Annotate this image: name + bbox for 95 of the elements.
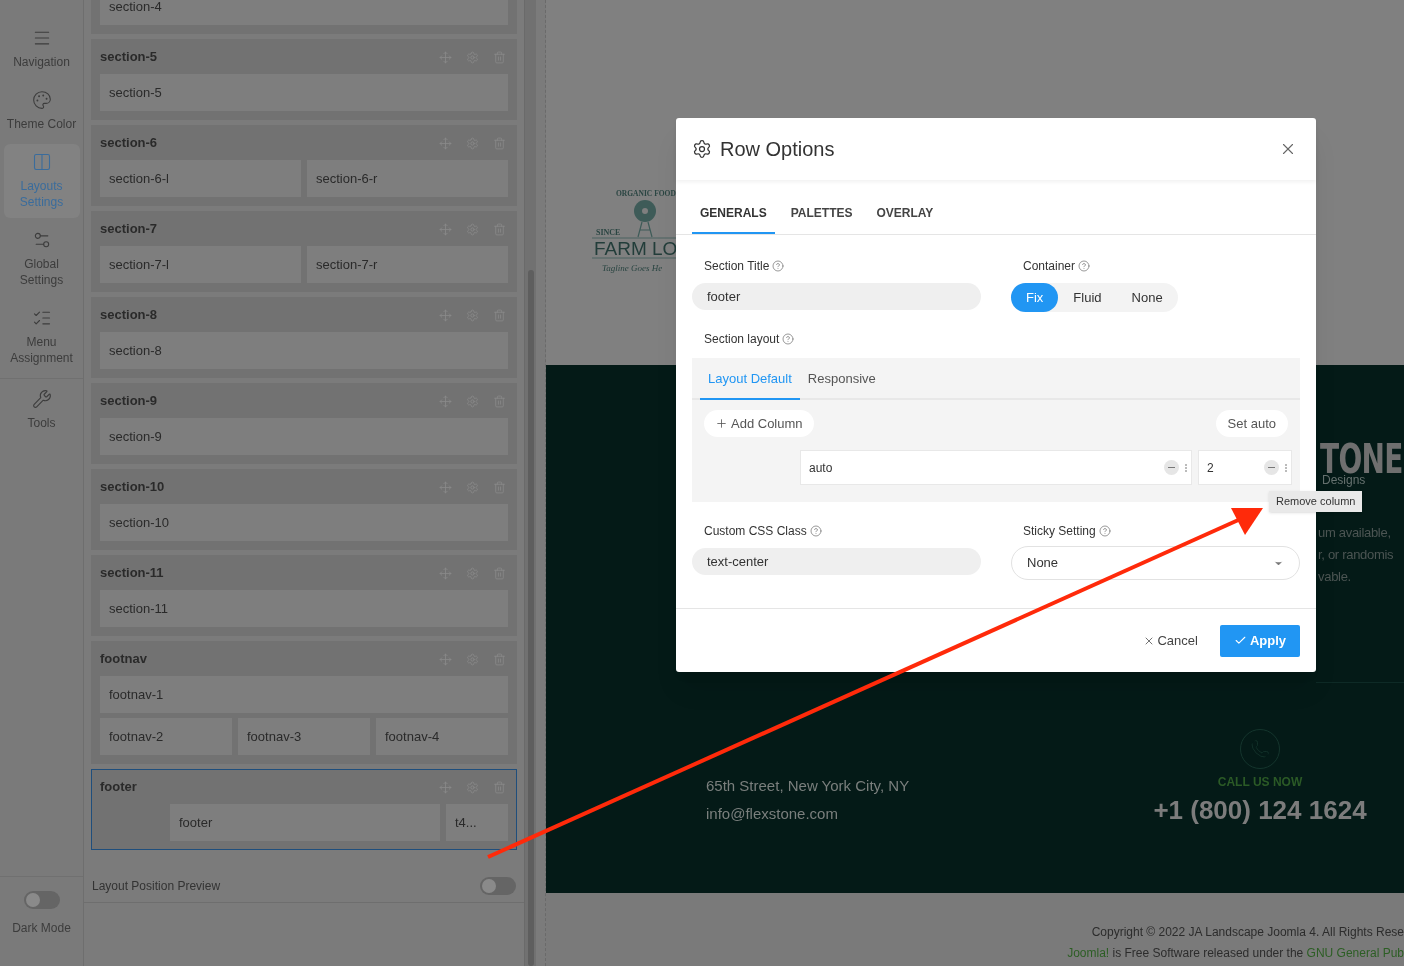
- field-label: Custom CSS Class: [704, 523, 807, 540]
- check-icon: [1233, 634, 1247, 647]
- field-label: Container: [1023, 258, 1076, 275]
- column-block[interactable]: section-10: [100, 504, 508, 541]
- column-block[interactable]: section-4: [100, 0, 508, 25]
- section-card[interactable]: section-4: [91, 0, 517, 34]
- dialog-title: Row Options: [720, 137, 836, 162]
- drag-handle-icon[interactable]: [1285, 463, 1287, 472]
- preview-toggle[interactable]: [480, 876, 516, 895]
- layout-tab[interactable]: Responsive: [799, 360, 884, 400]
- section-title: section-10: [100, 478, 166, 497]
- section-title: section-9: [100, 392, 159, 411]
- cancel-button[interactable]: Cancel: [1135, 624, 1206, 657]
- columns-icon: [31, 152, 52, 172]
- field-label: Section Title: [704, 258, 770, 275]
- column-block[interactable]: section-6-r: [307, 160, 508, 197]
- nav-item[interactable]: Navigation: [3, 20, 80, 78]
- copyright-text: Copyright © 2022 JA Landscape Joomla 4. All Rights Rese: [1091, 924, 1404, 941]
- help-icon: [782, 333, 795, 345]
- minus-icon: [1268, 467, 1275, 468]
- section-card[interactable]: section-5 section-5: [91, 39, 517, 120]
- brand-tagline: Designs: [1322, 473, 1366, 487]
- section-title-field[interactable]: footer: [692, 283, 981, 310]
- splitter[interactable]: [536, 0, 546, 966]
- tooltip: Remove column: [1269, 491, 1363, 512]
- license-text: Joomla! is Free Software released under the GNU General Pub: [1067, 945, 1404, 962]
- section-title: section-8: [100, 306, 159, 325]
- nav-item[interactable]: Menu Assignment: [3, 300, 80, 374]
- dark-mode-label: Dark Mode: [12, 920, 71, 937]
- column-block[interactable]: footnav-1: [100, 676, 508, 713]
- settings-icon: [692, 139, 712, 159]
- help-icon: [1078, 260, 1091, 272]
- field-label: Section layout: [704, 331, 780, 348]
- nav-item[interactable]: Global Settings: [3, 222, 80, 296]
- field-label: Sticky Setting: [1023, 523, 1096, 540]
- column-block[interactable]: section-7-r: [307, 246, 508, 283]
- column-block[interactable]: footer: [170, 804, 440, 841]
- palette-icon: [31, 90, 52, 110]
- column-block[interactable]: t4...: [446, 804, 508, 841]
- minus-icon: [1168, 467, 1175, 468]
- nav-item[interactable]: Theme Color: [3, 82, 80, 140]
- help-icon: [809, 525, 822, 537]
- nav-item[interactable]: Tools: [3, 381, 80, 439]
- column-block[interactable]: footnav-2: [100, 718, 232, 755]
- container-option[interactable]: Fluid: [1058, 283, 1117, 312]
- plus-icon: [715, 417, 728, 430]
- scrollbar-thumb[interactable]: [527, 270, 534, 966]
- container-option[interactable]: Fix: [1011, 283, 1059, 312]
- column-block[interactable]: section-7-l: [100, 246, 301, 283]
- section-card[interactable]: section-11 section-11: [91, 555, 517, 636]
- dialog-tab[interactable]: PALETTES: [782, 194, 861, 234]
- column-width-field[interactable]: auto: [800, 450, 1192, 485]
- section-card[interactable]: section-8 section-8: [91, 297, 517, 378]
- section-card[interactable]: section-6 section-6-l section-6-r: [91, 125, 517, 206]
- tools-icon: [31, 389, 52, 409]
- apply-button[interactable]: Apply: [1219, 624, 1300, 657]
- dialog-tab[interactable]: GENERALS: [692, 194, 775, 234]
- call-label: CALL US NOW: [1217, 774, 1303, 791]
- section-title: section-6: [100, 134, 159, 153]
- dark-mode-toggle[interactable]: [23, 891, 60, 909]
- dialog-tab[interactable]: OVERLAY: [868, 194, 942, 234]
- layout-tab[interactable]: Layout Default: [700, 360, 800, 400]
- help-icon: [1098, 525, 1111, 537]
- column-width-field[interactable]: 2: [1198, 450, 1292, 485]
- email-text: info@flexstone.com: [706, 803, 839, 824]
- body-text: um available,: [1318, 525, 1392, 541]
- column-block[interactable]: footnav-4: [376, 718, 508, 755]
- preview-toggle-label: Layout Position Preview: [92, 877, 222, 895]
- section-card[interactable]: section-10 section-10: [91, 469, 517, 550]
- help-icon: [772, 260, 785, 272]
- container-option[interactable]: None: [1116, 283, 1178, 312]
- section-title: footnav: [100, 650, 148, 669]
- css-class-field[interactable]: text-center: [692, 548, 981, 575]
- section-card[interactable]: footer footer t4...: [91, 769, 517, 850]
- remove-column-button[interactable]: [1164, 460, 1179, 475]
- column-block[interactable]: section-11: [100, 590, 508, 627]
- section-title: section-7: [100, 220, 159, 239]
- column-block[interactable]: footnav-3: [238, 718, 370, 755]
- column-block[interactable]: section-9: [100, 418, 508, 455]
- set-auto-button[interactable]: Set auto: [1215, 410, 1288, 437]
- body-text: vable.: [1318, 569, 1352, 585]
- phone-number: +1 (800) 124 1624: [1153, 794, 1367, 827]
- drag-handle-icon[interactable]: [1185, 463, 1187, 472]
- column-block[interactable]: section-5: [100, 74, 508, 111]
- section-title: section-5: [100, 48, 159, 67]
- section-card[interactable]: section-7 section-7-l section-7-r: [91, 211, 517, 292]
- column-block[interactable]: section-6-l: [100, 160, 301, 197]
- section-title: footer: [100, 778, 138, 797]
- address-text: 65th Street, New York City, NY: [706, 776, 910, 796]
- section-card[interactable]: section-9 section-9: [91, 383, 517, 464]
- add-column-button[interactable]: Add Column: [704, 410, 814, 437]
- body-text: r, or randomis: [1318, 547, 1394, 563]
- remove-column-button[interactable]: [1264, 460, 1279, 475]
- section-title: section-11: [100, 564, 165, 583]
- column-block[interactable]: section-8: [100, 332, 508, 369]
